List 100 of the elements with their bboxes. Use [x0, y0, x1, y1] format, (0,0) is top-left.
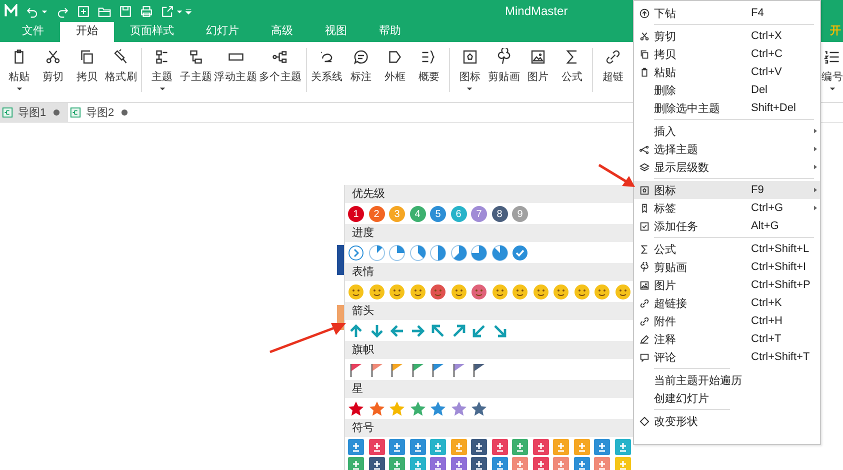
- ribbon-button[interactable]: 标注: [344, 46, 378, 86]
- progress-icon[interactable]: [348, 246, 364, 260]
- ribbon-button[interactable]: 外框: [378, 46, 412, 86]
- smiley-icon[interactable]: [471, 284, 487, 300]
- flag-icon[interactable]: [471, 362, 487, 378]
- caret-icon[interactable]: [41, 8, 48, 14]
- progress-icon[interactable]: [512, 246, 528, 260]
- menu-item[interactable]: 拷贝 Ctrl+C: [634, 45, 820, 63]
- ribbon-button[interactable]: 子主题: [179, 46, 214, 94]
- new-file-icon[interactable]: [77, 4, 90, 18]
- symbol-icon[interactable]: [574, 457, 590, 470]
- flag-icon[interactable]: [450, 362, 466, 378]
- menu-item[interactable]: 注释 Ctrl+T: [634, 330, 820, 348]
- printer-icon[interactable]: [140, 4, 153, 18]
- smiley-icon[interactable]: [348, 284, 364, 300]
- ribbon-button[interactable]: 浮动主题: [213, 46, 258, 94]
- folder-icon[interactable]: [98, 4, 111, 18]
- arrow-icon[interactable]: [450, 323, 466, 339]
- menu-item[interactable]: 剪切 Ctrl+X: [634, 27, 820, 45]
- flag-icon[interactable]: [368, 362, 384, 378]
- ribbon-button[interactable]: 粘贴: [2, 46, 36, 94]
- symbol-icon[interactable]: [471, 439, 487, 455]
- flag-icon[interactable]: [389, 362, 405, 378]
- star-icon[interactable]: [450, 401, 466, 417]
- symbol-icon[interactable]: [471, 457, 487, 470]
- document-tab[interactable]: 导图1: [0, 103, 68, 122]
- menu-tab[interactable]: 开始: [60, 20, 114, 42]
- ribbon-button[interactable]: 多个主题: [258, 46, 303, 94]
- priority-marker[interactable]: 8: [492, 206, 508, 222]
- menu-item[interactable]: 创建幻灯片: [634, 389, 820, 407]
- smiley-icon[interactable]: [368, 284, 384, 300]
- smiley-icon[interactable]: [532, 284, 548, 300]
- ribbon-button[interactable]: 关系线: [310, 46, 344, 86]
- smiley-icon[interactable]: [594, 284, 610, 300]
- flag-icon[interactable]: [430, 362, 446, 378]
- star-icon[interactable]: [410, 401, 426, 417]
- menu-item[interactable]: 删除选中主题 Shift+Del: [634, 99, 820, 117]
- menu-item[interactable]: 下钻 F4: [634, 4, 820, 22]
- symbol-icon[interactable]: [410, 439, 426, 455]
- menu-item[interactable]: 插入: [634, 122, 820, 140]
- symbol-icon[interactable]: [492, 457, 508, 470]
- priority-marker[interactable]: 5: [430, 206, 446, 222]
- menu-item[interactable]: 评论 Ctrl+Shift+T: [634, 348, 820, 366]
- menu-item[interactable]: 添加任务 Alt+G: [634, 217, 820, 235]
- symbol-icon[interactable]: [389, 439, 405, 455]
- star-icon[interactable]: [368, 401, 384, 417]
- smiley-icon[interactable]: [614, 284, 630, 300]
- symbol-icon[interactable]: [368, 439, 384, 455]
- menu-item[interactable]: 标签 Ctrl+G: [634, 199, 820, 217]
- symbol-icon[interactable]: [368, 457, 384, 470]
- ribbon-button[interactable]: 概要: [412, 46, 446, 86]
- flag-icon[interactable]: [348, 362, 364, 378]
- star-icon[interactable]: [430, 401, 446, 417]
- menu-item[interactable]: 改变形状: [634, 412, 820, 430]
- arrow-icon[interactable]: [389, 323, 405, 339]
- arrow-icon[interactable]: [430, 323, 446, 339]
- menu-item[interactable]: 选择主题: [634, 140, 820, 158]
- menu-item[interactable]: 附件 Ctrl+H: [634, 312, 820, 330]
- ribbon-button[interactable]: 剪切: [36, 46, 70, 94]
- progress-icon[interactable]: [471, 245, 487, 261]
- ribbon-button[interactable]: 主题: [145, 46, 180, 94]
- smiley-icon[interactable]: [410, 284, 426, 300]
- menu-item[interactable]: 图标 F9: [634, 181, 820, 199]
- progress-icon[interactable]: [430, 245, 446, 261]
- menu-item[interactable]: 删除 Del: [634, 81, 820, 99]
- ribbon-button[interactable]: 剪贴画: [486, 46, 522, 94]
- flag-icon[interactable]: [410, 362, 426, 378]
- priority-marker[interactable]: 1: [348, 206, 364, 222]
- smiley-icon[interactable]: [574, 284, 590, 300]
- smiley-icon[interactable]: [553, 284, 569, 300]
- menu-item[interactable]: 图片 Ctrl+Shift+P: [634, 276, 820, 294]
- menu-item[interactable]: 剪贴画 Ctrl+Shift+I: [634, 258, 820, 276]
- smiley-icon[interactable]: [389, 284, 405, 300]
- progress-icon[interactable]: [368, 245, 384, 261]
- smiley-icon[interactable]: [450, 284, 466, 300]
- menu-item[interactable]: 显示层级数: [634, 158, 820, 176]
- ribbon-button[interactable]: 公式: [555, 46, 590, 94]
- star-icon[interactable]: [389, 401, 405, 417]
- smiley-icon[interactable]: [430, 284, 446, 300]
- ribbon-button[interactable]: 格式刷: [104, 46, 138, 94]
- arrow-icon[interactable]: [368, 323, 384, 339]
- ribbon-button[interactable]: 拷贝: [70, 46, 104, 94]
- progress-icon[interactable]: [389, 245, 405, 261]
- document-tab[interactable]: 导图2: [68, 103, 136, 122]
- symbol-icon[interactable]: [492, 439, 508, 455]
- progress-icon[interactable]: [450, 245, 466, 261]
- star-icon[interactable]: [471, 401, 487, 417]
- arrow-icon[interactable]: [410, 323, 426, 339]
- symbol-icon[interactable]: [348, 439, 364, 455]
- star-icon[interactable]: [348, 401, 364, 417]
- menu-item[interactable]: 粘贴 Ctrl+V: [634, 63, 820, 81]
- menu-item[interactable]: 公式 Ctrl+Shift+L: [634, 240, 820, 258]
- caret-icon[interactable]: [176, 8, 183, 14]
- arrow-icon[interactable]: [471, 323, 487, 339]
- ribbon-button[interactable]: 图标: [452, 46, 487, 94]
- symbol-icon[interactable]: [532, 457, 548, 470]
- smiley-icon[interactable]: [492, 284, 508, 300]
- menu-item[interactable]: 当前主题开始遍历: [634, 371, 820, 389]
- smiley-icon[interactable]: [512, 284, 528, 300]
- progress-icon[interactable]: [410, 245, 426, 261]
